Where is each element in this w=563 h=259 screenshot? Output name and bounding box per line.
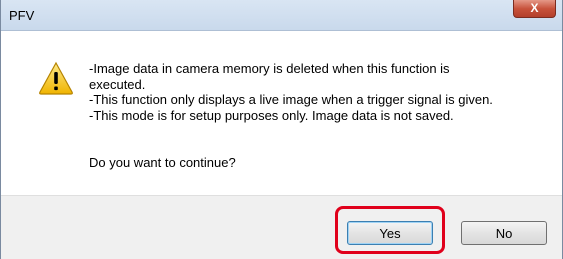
message-line: -Image data in camera memory is deleted … — [89, 61, 450, 76]
message-dialog: PFV X -Image data in camera memory is de… — [0, 0, 563, 259]
close-button[interactable]: X — [513, 0, 556, 18]
yes-button[interactable]: Yes — [347, 221, 433, 245]
dialog-content: -Image data in camera memory is deleted … — [1, 31, 562, 195]
confirm-question: Do you want to continue? — [89, 155, 236, 170]
no-button[interactable]: No — [461, 221, 547, 245]
warning-icon — [39, 61, 73, 95]
title-bar[interactable]: PFV X — [1, 0, 562, 31]
close-icon: X — [530, 1, 539, 15]
window-title: PFV — [9, 8, 35, 23]
message-line: executed. — [89, 76, 146, 92]
button-bar: Yes No — [1, 195, 562, 259]
message-line: -This mode is for setup purposes only. I… — [89, 107, 454, 123]
message-line: -This function only displays a live imag… — [89, 92, 493, 107]
message-text: -Image data in camera memory is deleted … — [89, 61, 549, 123]
